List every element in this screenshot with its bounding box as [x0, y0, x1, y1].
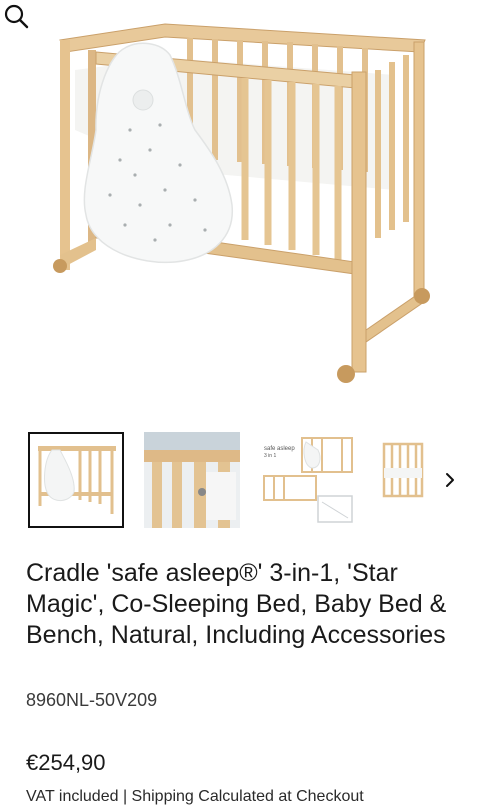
- thumbnail-1[interactable]: [28, 432, 124, 528]
- thumbnail-4[interactable]: [376, 432, 434, 528]
- product-price: €254,90: [26, 750, 106, 775]
- product-sku: 8960NL-50V209: [26, 690, 158, 710]
- thumbnail-3in1-image: safe asleep 3 in 1: [263, 437, 353, 523]
- vat-shipping-note: VAT included | Shipping Calculated at Ch…: [26, 788, 364, 805]
- svg-text:safe asleep: safe asleep: [264, 446, 295, 452]
- thumbnail-cradle-image: [38, 446, 116, 514]
- search-icon[interactable]: [0, 0, 32, 32]
- thumbnail-strip: safe asleep 3 in 1: [0, 432, 480, 532]
- product-title: Cradle 'safe asleep®' 3-in-1, 'Star Magi…: [26, 559, 447, 649]
- thumbnail-closeup-image: [144, 432, 240, 528]
- thumbnail-2[interactable]: [144, 432, 240, 528]
- cradle-illustration: [53, 23, 430, 383]
- chevron-right-icon[interactable]: [438, 468, 462, 492]
- product-main-image[interactable]: [0, 0, 480, 410]
- thumbnail-bench-image: [382, 442, 424, 498]
- svg-text:3 in 1: 3 in 1: [264, 453, 276, 459]
- thumbnail-3[interactable]: safe asleep 3 in 1: [260, 432, 356, 528]
